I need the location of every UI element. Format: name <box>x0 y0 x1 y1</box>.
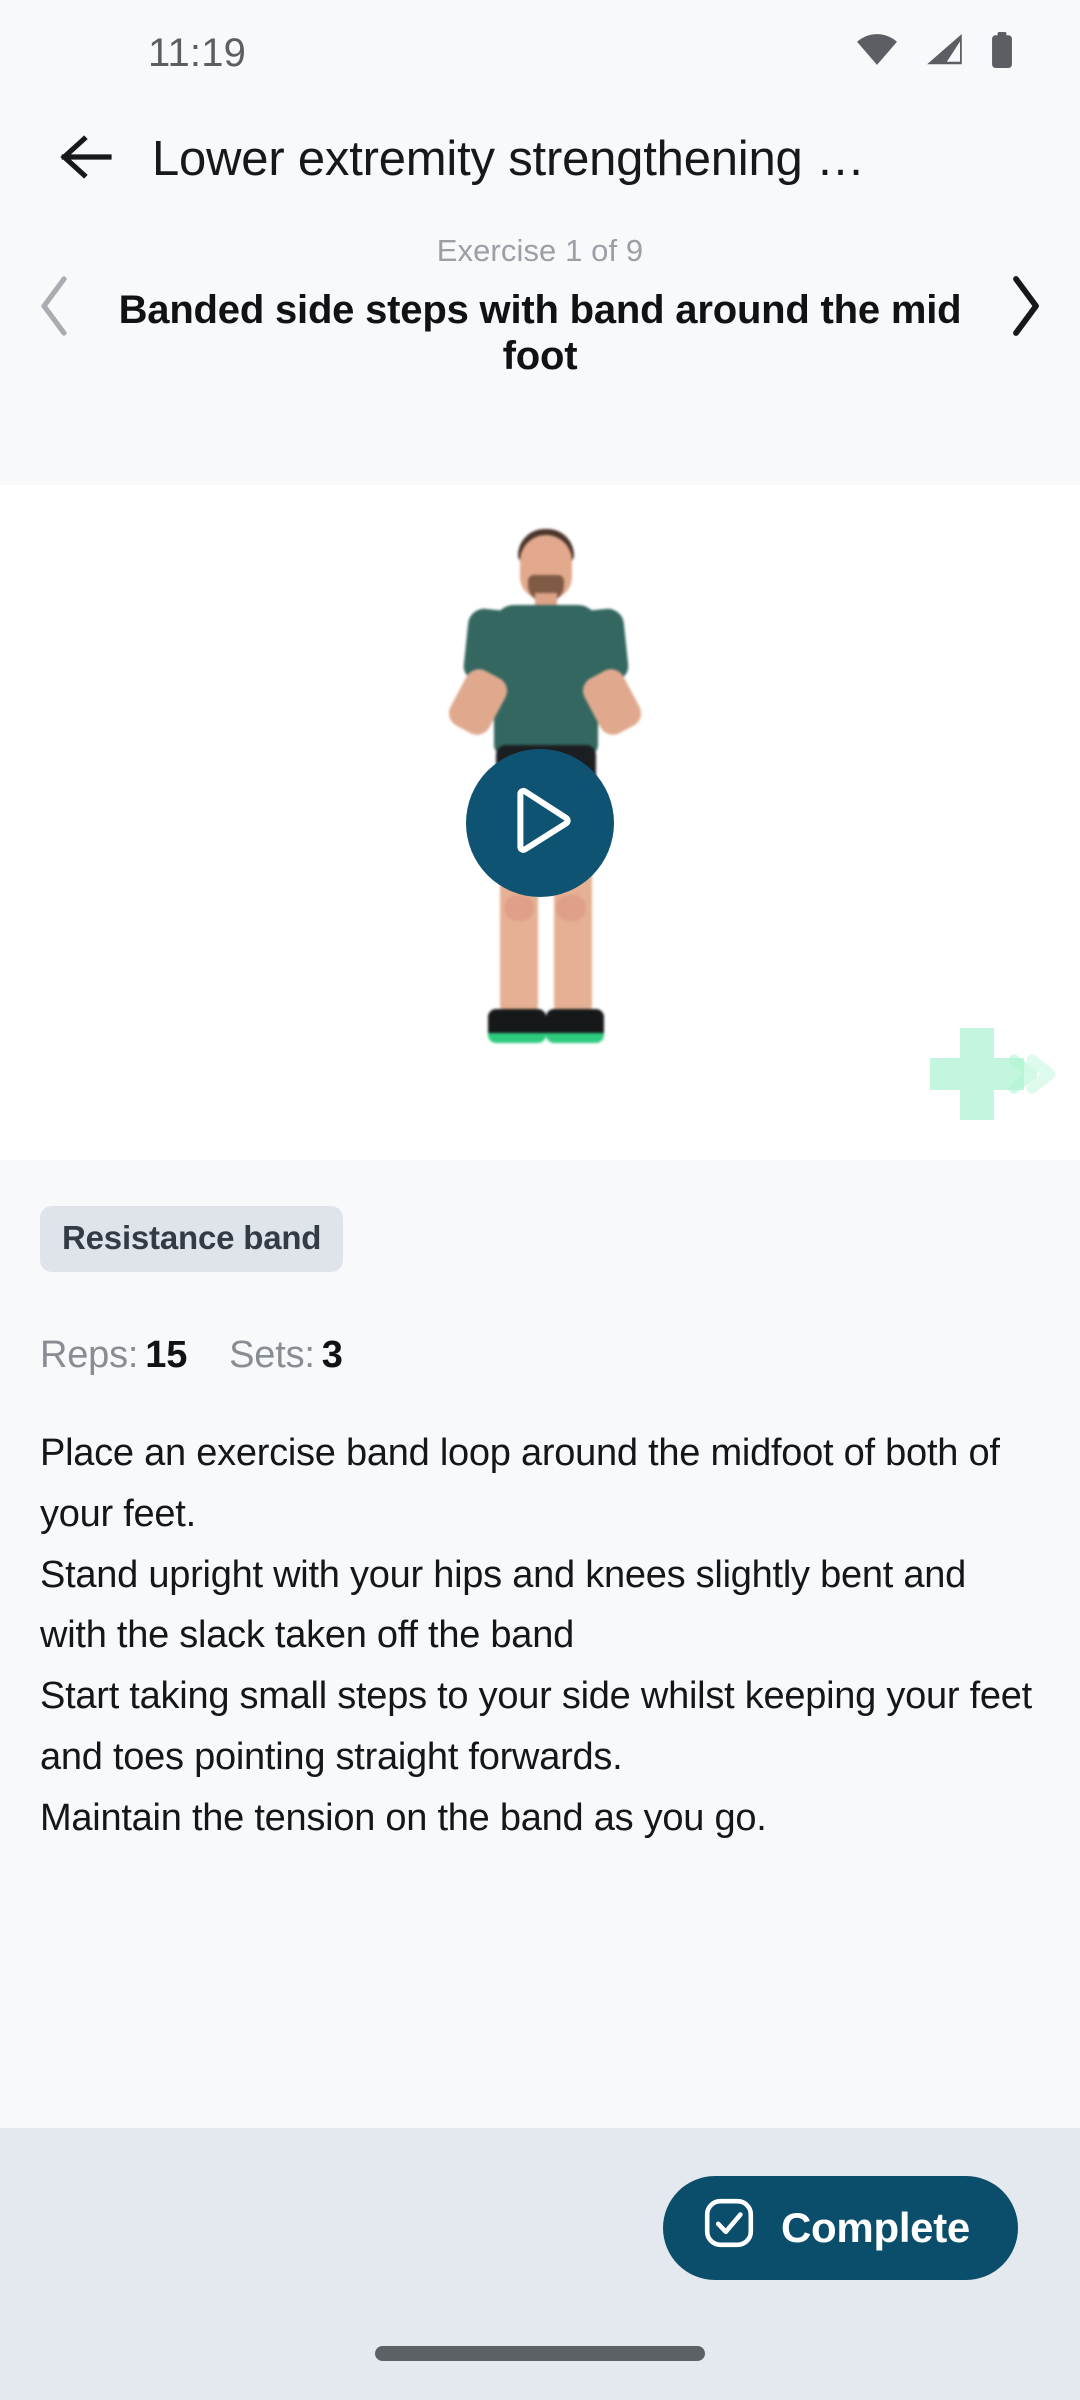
exercise-heading-block: Exercise 1 of 9 Banded side steps with b… <box>110 233 970 380</box>
exercise-navigator: Exercise 1 of 9 Banded side steps with b… <box>0 213 1080 485</box>
system-gesture-bar <box>0 2328 1080 2400</box>
battery-icon <box>990 32 1014 73</box>
equipment-chip: Resistance band <box>40 1206 344 1272</box>
exercise-title: Banded side steps with band around the m… <box>118 288 962 379</box>
status-bar-icons <box>856 32 1014 73</box>
reps-value: 15 <box>145 1334 188 1376</box>
status-bar: 11:19 <box>0 0 1080 105</box>
exercise-counter: Exercise 1 of 9 <box>436 233 644 268</box>
app-screen: 11:19 Lower extremity strengthening … Ex… <box>0 0 1080 2400</box>
page-title: Lower extremity strengthening … <box>152 132 865 186</box>
home-indicator[interactable] <box>375 2346 705 2361</box>
complete-button[interactable]: Complete <box>663 2176 1018 2280</box>
checkbox-check-icon <box>703 2197 755 2259</box>
previous-exercise-button[interactable] <box>0 233 110 383</box>
next-exercise-button[interactable] <box>970 233 1080 383</box>
chevron-right-icon <box>1008 275 1042 342</box>
back-button[interactable] <box>46 119 126 199</box>
status-bar-clock: 11:19 <box>148 30 247 75</box>
reps-label: Reps: <box>40 1334 139 1376</box>
exercise-description: Place an exercise band loop around the m… <box>40 1432 1032 1839</box>
sets-value: 3 <box>321 1334 343 1376</box>
arrow-left-icon <box>59 134 113 184</box>
chevron-left-icon <box>38 275 72 342</box>
exercise-video-player[interactable] <box>0 485 1080 1160</box>
cellular-signal-icon <box>924 34 964 71</box>
complete-button-label: Complete <box>781 2204 970 2251</box>
bottom-action-bar: Complete <box>0 2128 1080 2328</box>
sets-label: Sets: <box>229 1334 315 1376</box>
app-bar: Lower extremity strengthening … <box>0 105 1080 213</box>
exercise-details-section: Resistance band Reps: 15 Sets: 3 Place a… <box>0 1160 1080 2128</box>
play-icon <box>504 783 576 862</box>
medical-cross-chevrons-logo-icon <box>908 1016 1058 1128</box>
exercise-metrics: Reps: 15 Sets: 3 <box>40 1334 1040 1377</box>
wifi-icon <box>856 34 898 71</box>
play-button[interactable] <box>466 748 614 897</box>
